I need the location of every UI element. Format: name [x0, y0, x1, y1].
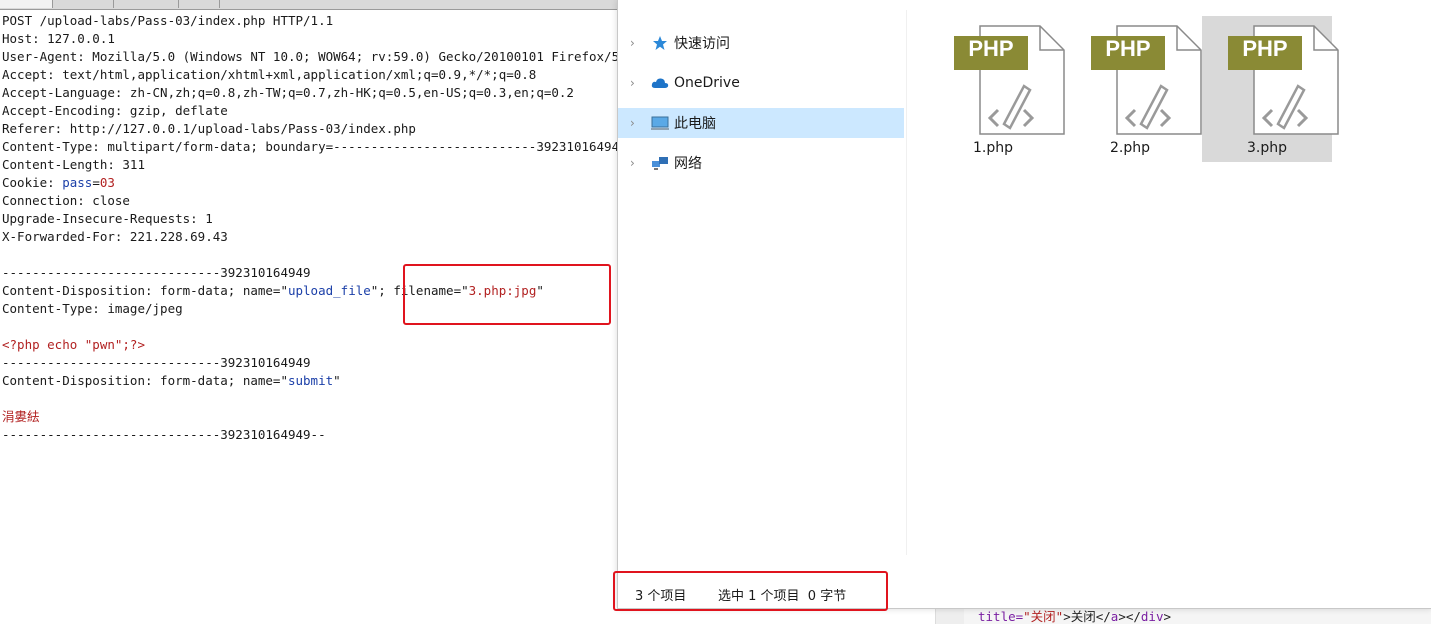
request-token: Content-Type: image/jpeg — [2, 301, 183, 316]
file-explorer-window: › 快速访问 › OneDrive › 此电脑 › 网络 PHP 1.php P… — [617, 0, 1431, 609]
request-line: -----------------------------39231016494… — [2, 426, 618, 444]
request-line: Content-Disposition: form-data; name="su… — [2, 372, 618, 390]
raw-request-text[interactable]: POST /upload-labs/Pass-03/index.php HTTP… — [2, 12, 618, 444]
request-token: = — [92, 175, 100, 190]
request-token: Upgrade-Insecure-Requests: 1 — [2, 211, 213, 226]
php-badge-label: PHP — [968, 36, 1014, 61]
request-token: pass — [62, 175, 93, 190]
request-token: Content-Disposition: form-data; name= — [2, 283, 281, 298]
nav-label: 此电脑 — [674, 116, 716, 132]
cloud-icon — [650, 74, 670, 92]
request-line: Accept-Language: zh-CN,zh;q=0.8,zh-TW;q=… — [2, 84, 618, 102]
status-highlight-box — [613, 571, 888, 611]
code-mid: ></ — [1118, 609, 1141, 624]
burp-tab-strip — [0, 0, 618, 10]
network-icon — [650, 154, 670, 172]
request-line: Referer: http://127.0.0.1/upload-labs/Pa… — [2, 120, 618, 138]
request-token: -----------------------------39231016494… — [2, 427, 326, 442]
chevron-right-icon[interactable]: › — [630, 116, 640, 130]
request-token: Content-Type: multipart/form-data; bound… — [2, 139, 618, 154]
computer-icon — [650, 114, 670, 132]
request-token: -----------------------------39231016494… — [2, 265, 311, 280]
tab-headers[interactable] — [114, 0, 179, 8]
code-end: > — [1163, 609, 1172, 624]
request-token: -----------------------------39231016494… — [2, 355, 311, 370]
php-badge-label: PHP — [1242, 36, 1288, 61]
nav-item-onedrive[interactable]: › OneDrive — [618, 68, 904, 98]
star-icon — [650, 34, 670, 52]
nav-item-network[interactable]: › 网络 — [618, 148, 904, 178]
request-token: Content-Length: 311 — [2, 157, 145, 172]
filename-highlight-box — [403, 264, 611, 325]
file-list: PHP 1.php PHP 2.php PHP 3.php — [908, 0, 1431, 565]
file-item-1[interactable]: PHP 1.php — [928, 16, 1065, 162]
code-attr-value: "关闭" — [1023, 609, 1064, 624]
nav-item-quick-access[interactable]: › 快速访问 — [618, 28, 904, 58]
code-tag-div: div — [1140, 609, 1164, 624]
request-token: Cookie: — [2, 175, 63, 190]
request-token: 03 — [99, 175, 115, 190]
chevron-right-icon[interactable]: › — [630, 156, 640, 170]
navigation-pane: › 快速访问 › OneDrive › 此电脑 › 网络 — [618, 0, 906, 565]
nav-label: 网络 — [674, 156, 702, 172]
request-line: -----------------------------39231016494… — [2, 354, 618, 372]
request-token: 涓婁紶 — [2, 409, 40, 424]
request-line: X-Forwarded-For: 221.228.69.43 — [2, 228, 618, 246]
request-line: Content-Type: multipart/form-data; bound… — [2, 138, 618, 156]
request-line: User-Agent: Mozilla/5.0 (Windows NT 10.0… — [2, 48, 618, 66]
nav-label: OneDrive — [674, 75, 740, 91]
tab-params[interactable] — [53, 0, 114, 8]
file-name: 1.php — [972, 140, 1013, 156]
file-item-2[interactable]: PHP 2.php — [1065, 16, 1202, 162]
nav-label: 快速访问 — [674, 36, 730, 52]
request-line: Host: 127.0.0.1 — [2, 30, 618, 48]
request-token: X-Forwarded-For: 221.228.69.43 — [2, 229, 228, 244]
request-line: 涓婁紶 — [2, 408, 618, 426]
request-token: Content-Disposition: form-data; name= — [2, 373, 281, 388]
request-token: " — [280, 373, 288, 388]
request-token: Host: 127.0.0.1 — [2, 31, 115, 46]
tab-raw[interactable] — [0, 0, 53, 8]
request-line: <?php echo "pwn";?> — [2, 336, 618, 354]
request-token: Accept-Encoding: gzip, deflate — [2, 103, 228, 118]
request-token: " — [280, 283, 288, 298]
request-line — [2, 246, 618, 264]
request-line: Accept-Encoding: gzip, deflate — [2, 102, 618, 120]
request-token: POST /upload-labs/Pass-03/index.php HTTP… — [2, 13, 334, 28]
request-line: Cookie: pass=03 — [2, 174, 618, 192]
pane-divider[interactable] — [906, 10, 907, 555]
request-token: User-Agent: Mozilla/5.0 (Windows NT 10.0… — [2, 49, 618, 64]
request-token: " — [333, 373, 341, 388]
file-name: 3.php — [1246, 140, 1287, 156]
nav-item-this-pc[interactable]: › 此电脑 — [618, 108, 904, 138]
request-line: Upgrade-Insecure-Requests: 1 — [2, 210, 618, 228]
request-token: <?php echo "pwn";?> — [2, 337, 145, 352]
php-badge-label: PHP — [1105, 36, 1151, 61]
request-line — [2, 390, 618, 408]
request-line: Connection: close — [2, 192, 618, 210]
request-line: Accept: text/html,application/xhtml+xml,… — [2, 66, 618, 84]
request-token: Accept-Language: zh-CN,zh;q=0.8,zh-TW;q=… — [2, 85, 574, 100]
file-item-3[interactable]: PHP 3.php — [1202, 16, 1339, 162]
request-token: Accept: text/html,application/xhtml+xml,… — [2, 67, 537, 82]
request-token: upload_file — [287, 283, 371, 298]
request-token: submit — [287, 373, 334, 388]
chevron-right-icon[interactable]: › — [630, 36, 640, 50]
request-token: Referer: http://127.0.0.1/upload-labs/Pa… — [2, 121, 416, 136]
chevron-right-icon[interactable]: › — [630, 76, 640, 90]
tab-hex[interactable] — [179, 0, 220, 8]
request-token: Connection: close — [2, 193, 130, 208]
file-name: 2.php — [1109, 140, 1150, 156]
request-line: POST /upload-labs/Pass-03/index.php HTTP… — [2, 12, 618, 30]
code-attr: title= — [978, 609, 1024, 624]
code-text: >关闭</ — [1063, 609, 1111, 624]
request-line: Content-Length: 311 — [2, 156, 618, 174]
